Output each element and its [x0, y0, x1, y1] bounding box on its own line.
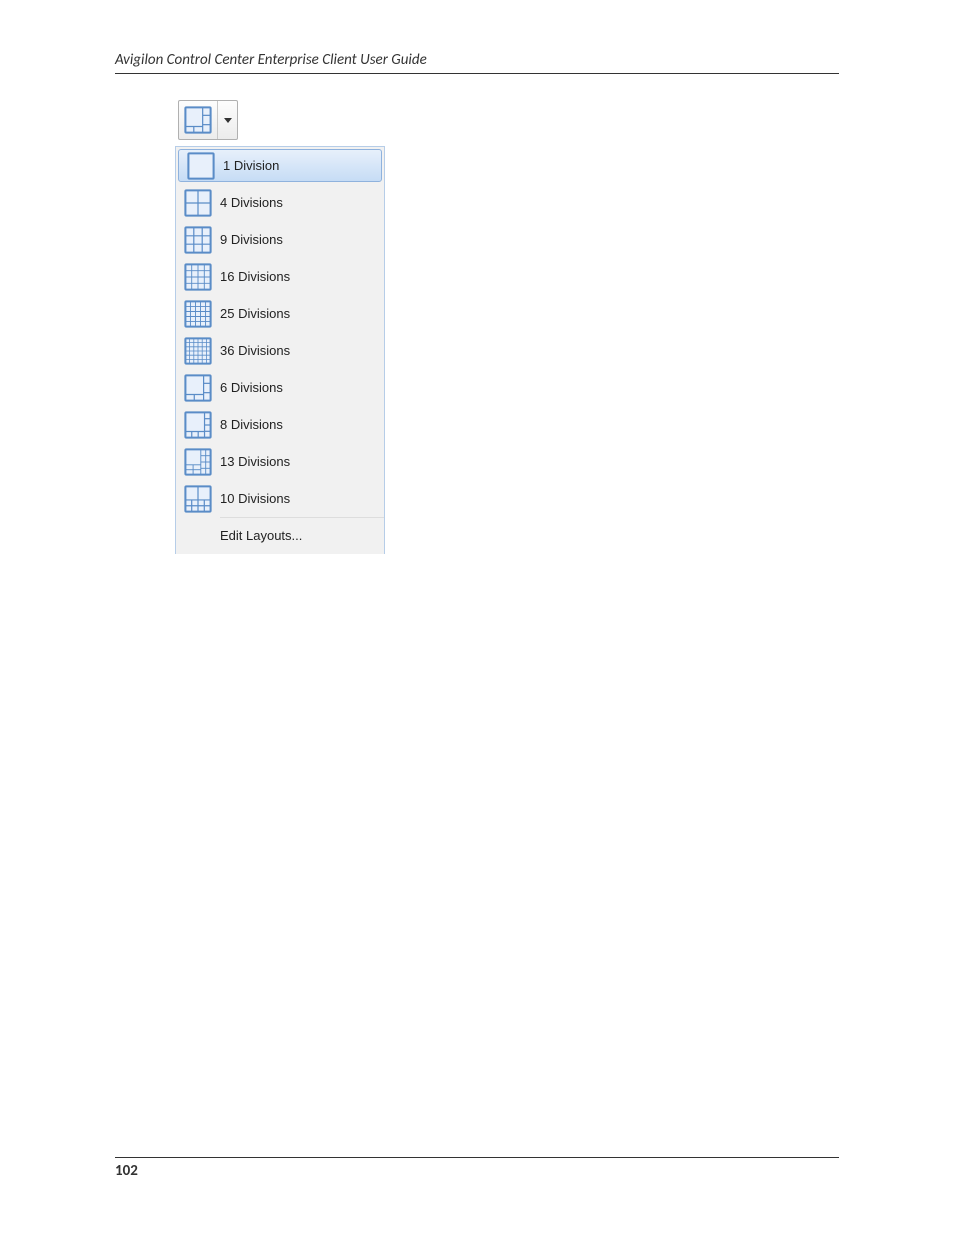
- page-number: 102: [115, 1162, 138, 1180]
- menu-item-label: 9 Divisions: [220, 232, 283, 247]
- menu-item-label: 4 Divisions: [220, 195, 283, 210]
- layout-dropdown-figure: 1 Division 4 Divisions: [175, 98, 387, 554]
- layout-8-icon: [176, 411, 220, 439]
- menu-item-label: Edit Layouts...: [220, 528, 302, 543]
- menu-item-label: 13 Divisions: [220, 454, 290, 469]
- menu-item-label: 36 Divisions: [220, 343, 290, 358]
- page-header: Avigilon Control Center Enterprise Clien…: [115, 50, 839, 74]
- menu-item-label: 16 Divisions: [220, 269, 290, 284]
- menu-item-1-division[interactable]: 1 Division: [178, 149, 382, 182]
- menu-item-9-divisions[interactable]: 9 Divisions: [176, 221, 384, 258]
- menu-item-8-divisions[interactable]: 8 Divisions: [176, 406, 384, 443]
- menu-item-label: 1 Division: [223, 158, 279, 173]
- layout-36-icon: [176, 337, 220, 365]
- layout-13-icon: [176, 448, 220, 476]
- menu-item-6-divisions[interactable]: 6 Divisions: [176, 369, 384, 406]
- menu-item-edit-layouts[interactable]: Edit Layouts...: [176, 517, 384, 554]
- layout-10-icon: [176, 485, 220, 513]
- menu-item-25-divisions[interactable]: 25 Divisions: [176, 295, 384, 332]
- layout-toolbar-button[interactable]: [178, 100, 238, 140]
- layout-dropdown-menu: 1 Division 4 Divisions: [175, 146, 385, 554]
- layout-1-icon: [179, 152, 223, 180]
- menu-item-16-divisions[interactable]: 16 Divisions: [176, 258, 384, 295]
- menu-item-label: 25 Divisions: [220, 306, 290, 321]
- document-page: Avigilon Control Center Enterprise Clien…: [0, 0, 954, 1235]
- menu-item-label: 10 Divisions: [220, 491, 290, 506]
- menu-item-label: 6 Divisions: [220, 380, 283, 395]
- page-footer: 102: [115, 1157, 839, 1180]
- layout-6-icon: [184, 106, 212, 134]
- layout-16-icon: [176, 263, 220, 291]
- menu-item-13-divisions[interactable]: 13 Divisions: [176, 443, 384, 480]
- menu-item-10-divisions[interactable]: 10 Divisions: [176, 480, 384, 517]
- layout-4-icon: [176, 189, 220, 217]
- toolbar-dropdown-arrow[interactable]: [218, 118, 237, 123]
- layout-toolbar-button-wrap: [175, 98, 387, 146]
- layout-current-icon: [179, 101, 217, 139]
- menu-item-label: 8 Divisions: [220, 417, 283, 432]
- menu-item-36-divisions[interactable]: 36 Divisions: [176, 332, 384, 369]
- layout-6-icon: [176, 374, 220, 402]
- menu-item-4-divisions[interactable]: 4 Divisions: [176, 184, 384, 221]
- header-title: Avigilon Control Center Enterprise Clien…: [115, 51, 427, 69]
- chevron-down-icon: [224, 118, 232, 123]
- layout-25-icon: [176, 300, 220, 328]
- layout-9-icon: [176, 226, 220, 254]
